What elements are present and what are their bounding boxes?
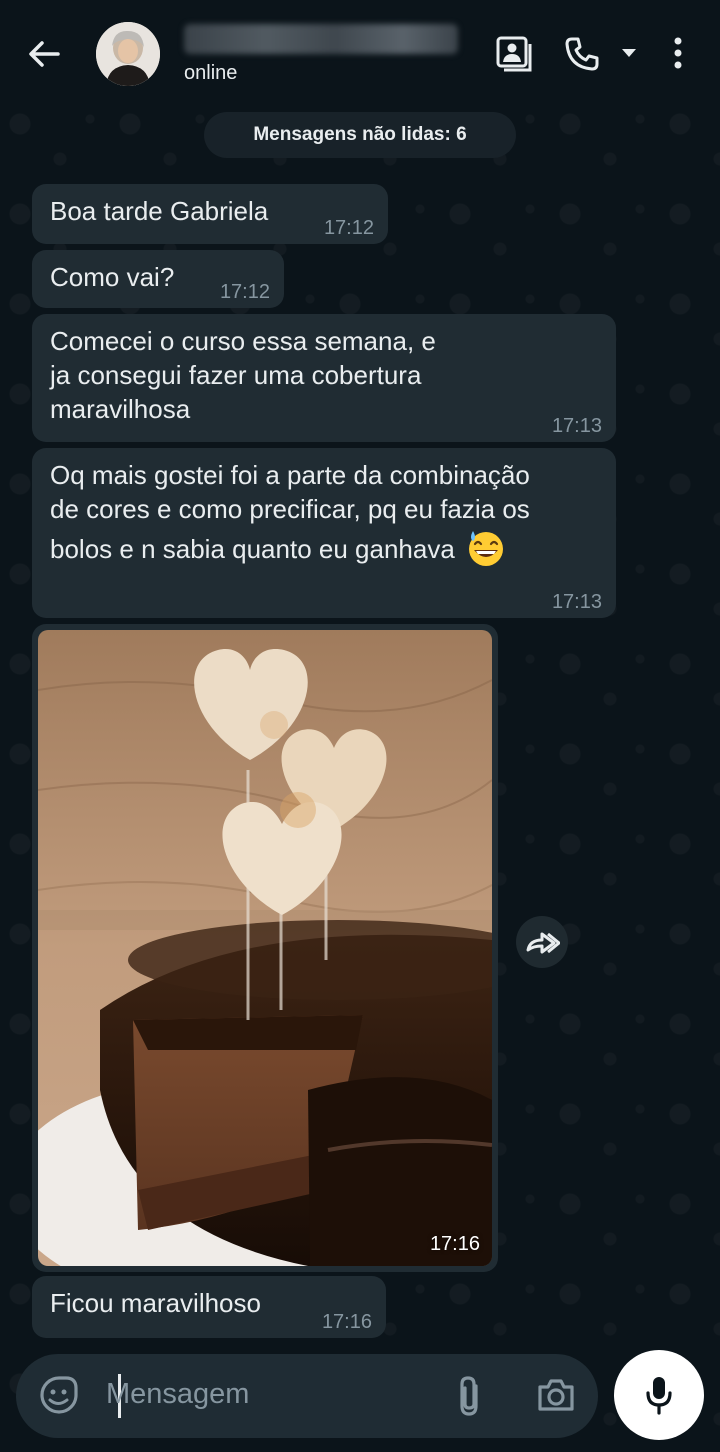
message-time: 17:16 xyxy=(321,1311,372,1333)
message-time: 17:13 xyxy=(551,591,602,613)
message-bubble[interactable]: Boa tarde Gabriela 17:12 xyxy=(32,184,388,244)
message-text-line: ja consegui fazer uma cobertura xyxy=(50,360,422,390)
chocolate-cake-photo[interactable]: 17:16 xyxy=(38,630,492,1266)
cake-image xyxy=(38,630,492,1266)
contact-name-redacted[interactable] xyxy=(184,24,458,54)
message-text-line: maravilhosa xyxy=(50,394,191,424)
attach-icon[interactable] xyxy=(452,1374,486,1418)
message-text: Como vai? xyxy=(50,262,175,292)
contact-avatar[interactable] xyxy=(96,22,160,86)
contact-card-icon[interactable] xyxy=(494,34,534,74)
message-text-line: Oq mais gostei foi a parte da combinação xyxy=(50,460,530,490)
back-arrow-icon[interactable] xyxy=(24,34,64,74)
message-time: 17:12 xyxy=(219,281,270,303)
grinning-sweat-emoji-icon xyxy=(469,531,504,567)
message-text-line: bolos e n sabia quanto eu ganhava xyxy=(50,534,455,564)
mic-icon xyxy=(646,1377,672,1415)
message-time: 17:13 xyxy=(551,415,602,437)
camera-icon[interactable] xyxy=(536,1376,576,1414)
message-list[interactable]: Mensagens não lidas: 6 Boa tarde Gabriel… xyxy=(0,104,720,1452)
message-composer: Mensagem xyxy=(16,1354,598,1438)
phone-icon[interactable] xyxy=(562,34,602,74)
message-text-line: de cores e como precificar, pq eu fazia … xyxy=(50,494,530,524)
more-vert-icon[interactable] xyxy=(668,36,688,72)
message-bubble[interactable]: Comecei o curso essa semana, e ja conseg… xyxy=(32,314,616,442)
forward-icon xyxy=(526,932,560,954)
unread-messages-divider: Mensagens não lidas: 6 xyxy=(204,112,516,158)
voice-record-button[interactable] xyxy=(614,1350,704,1440)
forward-button[interactable] xyxy=(516,916,568,968)
message-input[interactable]: Mensagem xyxy=(106,1378,249,1411)
message-bubble[interactable]: Ficou maravilhoso 17:16 xyxy=(32,1276,386,1338)
message-bubble[interactable]: Como vai? 17:12 xyxy=(32,250,284,308)
chat-header: online xyxy=(0,0,720,104)
message-text: Ficou maravilhoso xyxy=(50,1288,261,1318)
dropdown-caret-icon[interactable] xyxy=(620,46,638,60)
sticker-icon[interactable] xyxy=(38,1374,80,1416)
contact-status: online xyxy=(184,62,238,84)
message-text-line: Comecei o curso essa semana, e xyxy=(50,326,436,356)
message-text: Boa tarde Gabriela xyxy=(50,196,269,226)
message-time: 17:16 xyxy=(429,1233,480,1255)
image-message-bubble[interactable]: 17:16 xyxy=(32,624,498,1272)
message-bubble[interactable]: Oq mais gostei foi a parte da combinação… xyxy=(32,448,616,618)
message-time: 17:12 xyxy=(323,217,374,239)
